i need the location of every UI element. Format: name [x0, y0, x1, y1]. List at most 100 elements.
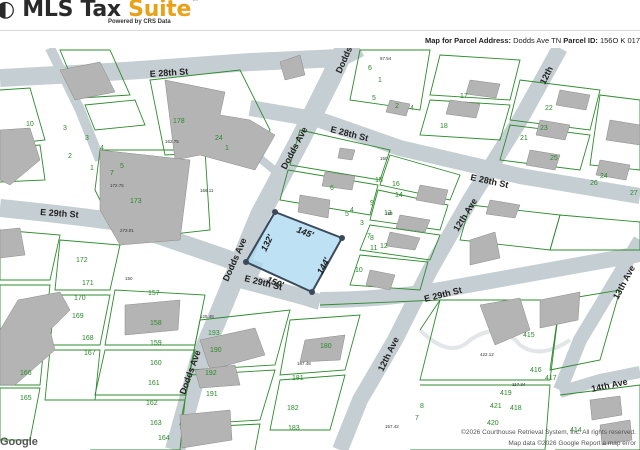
- lot-number: 171: [82, 280, 94, 287]
- logo-trademark: ™: [191, 0, 199, 6]
- app-header: ◐ MLS Tax Suite™ Powered by CRS Data: [0, 0, 640, 30]
- label-e28-west: E 28th St: [149, 66, 188, 79]
- svg-text:162.75: 162.75: [165, 139, 179, 144]
- svg-text:157.42: 157.42: [385, 424, 399, 429]
- lot-number: 418: [510, 405, 522, 412]
- lot-number: 7: [110, 170, 114, 177]
- lot-number: 158: [150, 320, 162, 327]
- lot-number: 4: [100, 145, 104, 152]
- lot-number: 11: [370, 245, 377, 252]
- lot-number: 193: [208, 330, 220, 337]
- lot-number: 24: [215, 135, 223, 142]
- lot-number: 6: [330, 185, 334, 192]
- lot-number: 17: [460, 93, 468, 100]
- lot-number: 167: [84, 350, 96, 357]
- lot-number: 159: [150, 340, 162, 347]
- lot-number: 172: [76, 257, 88, 264]
- lot-number: 180: [320, 343, 332, 350]
- lot-number: 1: [378, 77, 382, 84]
- header-divider: [0, 30, 640, 31]
- lot-number: 10: [26, 121, 34, 128]
- svg-text:150: 150: [125, 276, 133, 281]
- lot-number: 192: [205, 370, 217, 377]
- lot-number: 6: [368, 65, 372, 72]
- lot-number: 183: [288, 425, 300, 432]
- svg-text:57.54: 57.54: [380, 56, 392, 61]
- lot-number: 4: [350, 207, 354, 214]
- lot-number: 2: [395, 103, 399, 110]
- lot-number: 416: [530, 367, 542, 374]
- lot-number: 5: [372, 95, 376, 102]
- lot-number: 164: [158, 435, 170, 442]
- lot-number: 178: [173, 118, 185, 125]
- lot-number: 182: [287, 405, 299, 412]
- parcel-id-label: Parcel ID:: [563, 36, 598, 45]
- lot-number: 419: [500, 390, 512, 397]
- lot-number: 8: [370, 235, 374, 242]
- copyright-notice: ©2026 Courthouse Retrieval System, Inc. …: [461, 429, 636, 436]
- lot-number: 14: [395, 192, 403, 199]
- lot-number: 163: [150, 420, 162, 427]
- svg-text:150: 150: [385, 211, 393, 216]
- svg-text:422.12: 422.12: [480, 352, 494, 357]
- parcel-address-value: Dodds Ave TN: [513, 36, 562, 45]
- lot-number: 1: [90, 165, 94, 172]
- lot-number: 161: [148, 380, 160, 387]
- lot-number: 3: [360, 220, 364, 227]
- lot-number: 12: [380, 243, 388, 250]
- svg-text:187.48: 187.48: [297, 361, 311, 366]
- lot-number: 191: [206, 391, 218, 398]
- parcel-address-label: Map for Parcel Address:: [424, 36, 511, 45]
- lot-number: 24: [600, 173, 608, 180]
- lot-number: 7: [415, 415, 419, 422]
- lot-number: 3: [63, 125, 67, 132]
- lot-number: 21: [520, 135, 528, 142]
- logo-glyph: ◐: [0, 0, 15, 22]
- lot-number: 166: [20, 370, 32, 377]
- google-logo[interactable]: Google: [0, 436, 38, 448]
- lot-number: 173: [130, 198, 142, 205]
- svg-text:125.48: 125.48: [200, 314, 214, 319]
- lot-number: 168: [82, 335, 94, 342]
- parcel-id-value: 156O K 017: [599, 36, 640, 45]
- lot-number: 9: [370, 200, 374, 207]
- svg-text:166.11: 166.11: [200, 188, 214, 193]
- logo-tagline: Powered by CRS Data: [108, 19, 171, 25]
- lot-number: 3: [85, 135, 89, 142]
- lot-number: 27: [630, 190, 638, 197]
- lot-number: 5: [345, 211, 349, 218]
- lot-number: 160: [150, 360, 162, 367]
- lot-number: 165: [20, 395, 32, 402]
- lot-number: 5: [120, 163, 124, 170]
- lot-number: 15: [375, 177, 383, 184]
- lot-number: 162: [146, 400, 158, 407]
- lot-number: 4: [410, 105, 414, 112]
- svg-text:172.75: 172.75: [110, 183, 124, 188]
- svg-text:273.01: 273.01: [120, 228, 134, 233]
- lot-number: 169: [72, 313, 84, 320]
- lot-number: 415: [523, 332, 535, 339]
- svg-text:117.34: 117.34: [512, 382, 526, 387]
- lot-number: 157: [148, 290, 160, 297]
- lot-number: 170: [74, 295, 86, 302]
- lot-number: 1: [225, 145, 229, 152]
- lot-number: 2: [68, 153, 72, 160]
- lot-number: 421: [490, 403, 502, 410]
- svg-text:150: 150: [380, 156, 388, 161]
- map-data-notice[interactable]: Map data ©2026 Google Report a map error: [508, 440, 636, 447]
- lot-number: 23: [540, 125, 548, 132]
- parcel-info-line: Map for Parcel Address: Dodds Ave TN Par…: [425, 36, 640, 45]
- lot-number: 26: [590, 180, 598, 187]
- lot-number: 417: [545, 375, 557, 382]
- lot-number: 22: [545, 105, 553, 112]
- lot-number: 18: [440, 123, 448, 130]
- map-canvas[interactable]: E 28th St E 28th St E 28th St E 29th St …: [0, 48, 640, 450]
- lot-number: 25: [550, 155, 558, 162]
- lot-number: 420: [487, 420, 499, 427]
- parcel-map[interactable]: E 28th St E 28th St E 28th St E 29th St …: [0, 48, 640, 450]
- lot-number: 181: [292, 375, 304, 382]
- lot-number: 10: [355, 267, 363, 274]
- lot-number: 8: [420, 403, 424, 410]
- lot-number: 16: [392, 181, 400, 188]
- lot-number: 190: [210, 347, 222, 354]
